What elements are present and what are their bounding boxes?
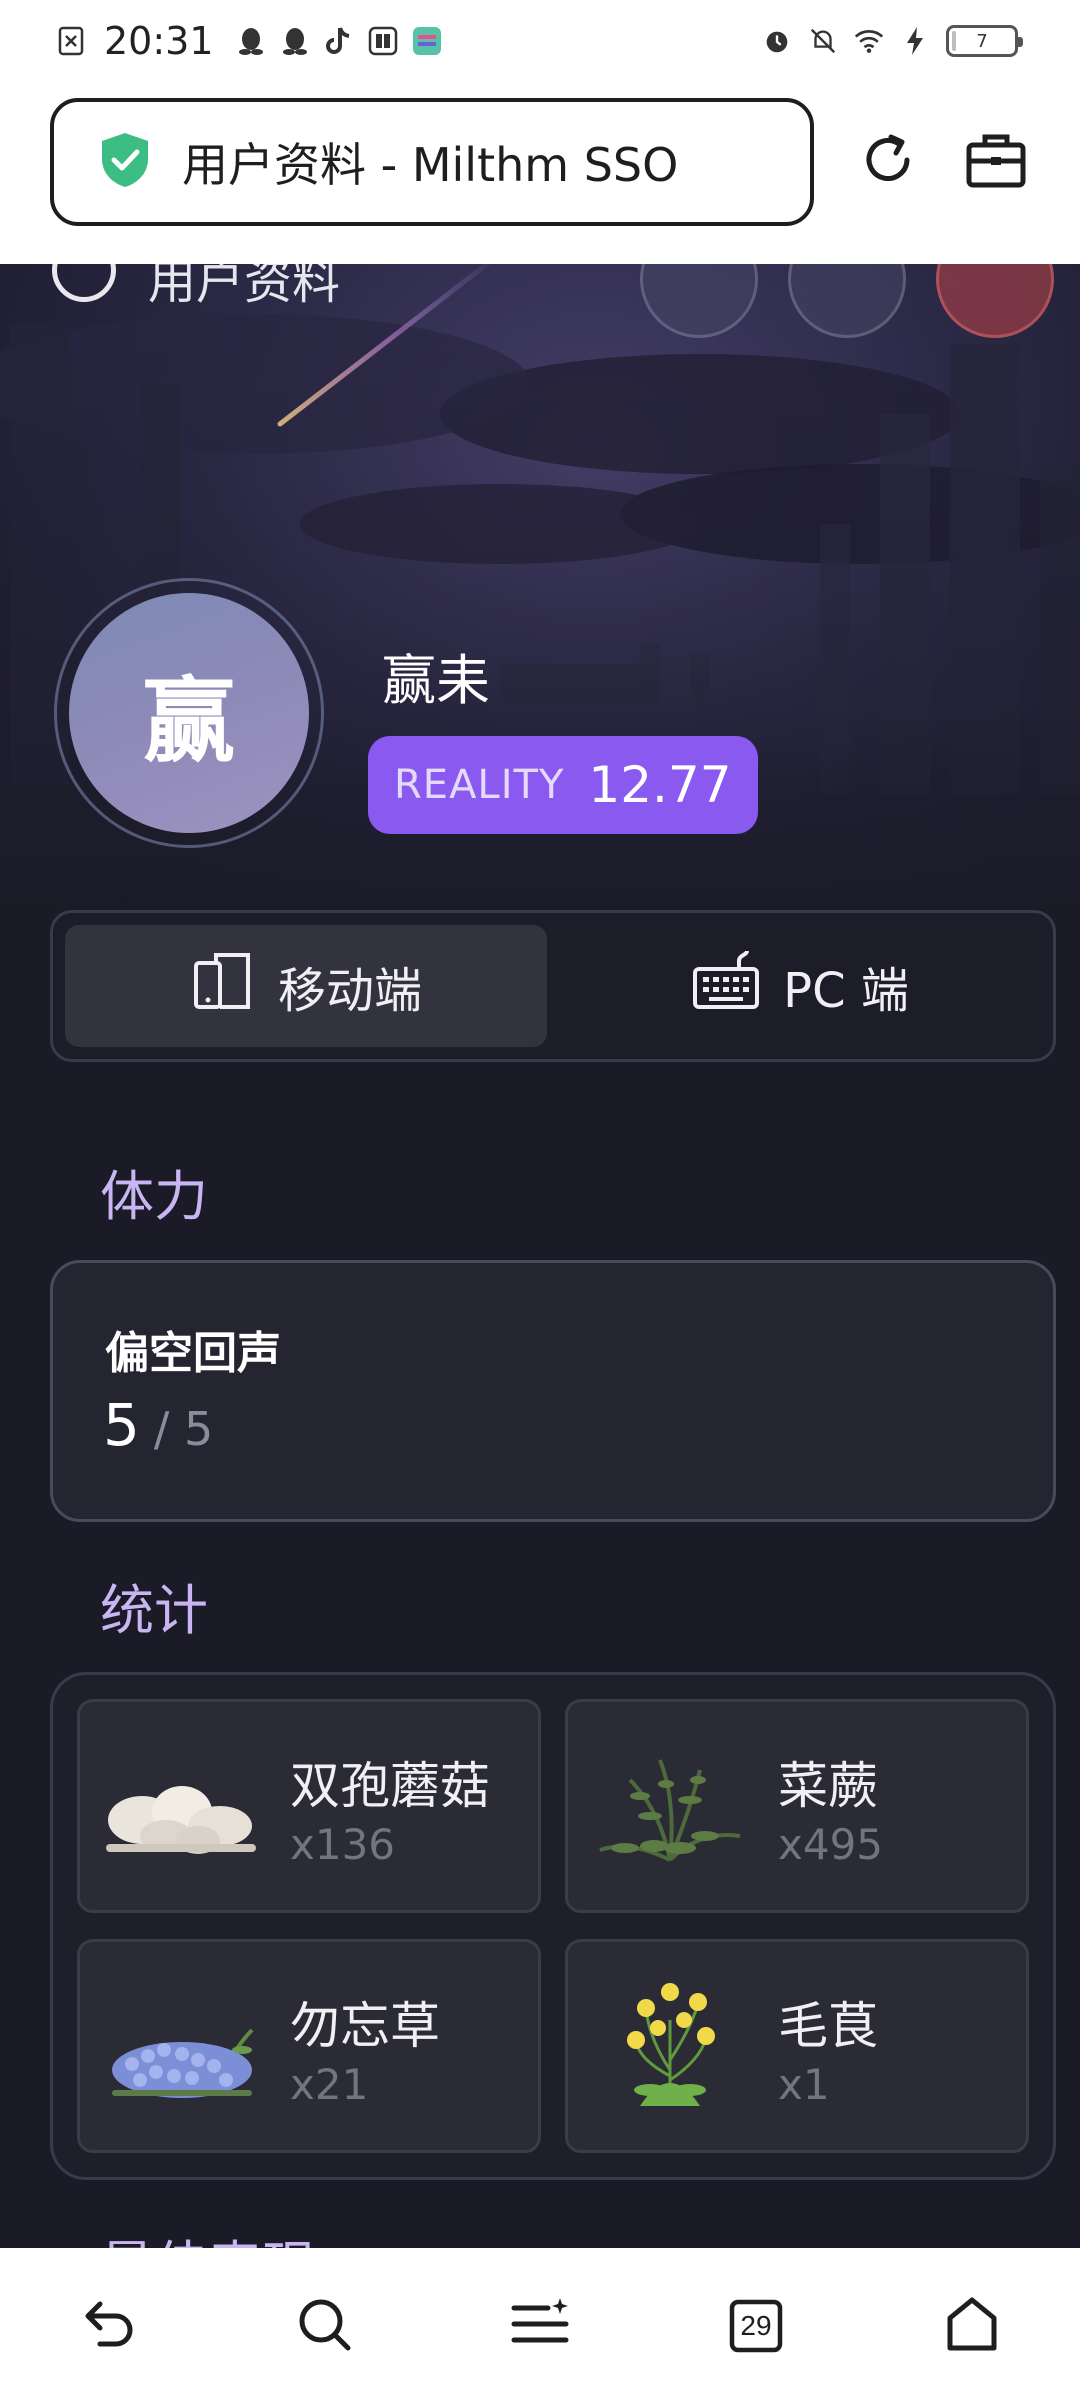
stat-count: x136 <box>290 1820 396 1869</box>
user-icon[interactable] <box>52 264 116 302</box>
stat-count: x1 <box>778 2060 830 2109</box>
toolbox-button[interactable] <box>960 126 1032 198</box>
profile-banner: 用户资料 赢 赢耒 REALITY 12.77 <box>0 264 1080 904</box>
menu-sparkle-icon <box>508 2294 572 2358</box>
reload-button[interactable] <box>852 126 924 198</box>
close-box-icon <box>56 26 86 56</box>
stat-count: x21 <box>290 2060 369 2109</box>
stat-name: 勿忘草 <box>290 1997 440 2055</box>
tab-pc-label: PC 端 <box>783 963 909 1019</box>
page-title: 用户资料 <box>148 264 341 310</box>
tieba-icon <box>368 26 398 56</box>
tabs-button[interactable]: 29 <box>718 2288 794 2364</box>
forget-me-not-icon <box>112 2028 254 2098</box>
fern-icon <box>599 1759 741 1862</box>
home-icon <box>942 2294 1002 2358</box>
battery-level <box>952 31 956 51</box>
tabs-count: 29 <box>740 2310 772 2341</box>
tabs-icon: 29 <box>728 2298 784 2354</box>
tiktok-icon <box>324 26 354 56</box>
mushroom-icon <box>106 1786 256 1854</box>
battery-indicator: 7 <box>946 25 1023 57</box>
qq-icon <box>236 26 266 56</box>
toolbox-icon <box>963 127 1029 197</box>
app-icon <box>412 26 442 56</box>
stat-item-mushroom: 双孢蘑菇 x136 <box>77 1699 541 1913</box>
shield-check-icon[interactable] <box>98 131 182 193</box>
menu-button[interactable] <box>502 2288 578 2364</box>
mobile-icon <box>190 947 256 1025</box>
avatar-letter: 赢 <box>69 593 309 833</box>
qq-icon <box>280 26 310 56</box>
search-icon <box>294 2294 354 2358</box>
reality-label: REALITY <box>394 762 565 808</box>
clock: 20:31 <box>104 19 214 63</box>
stamina-card: 偏空回声 5 / 5 <box>50 1260 1056 1522</box>
reality-value: 12.77 <box>588 756 732 814</box>
browser-toolbar: 用户资料 - Milthm SSO <box>0 82 1080 264</box>
battery-percent: 7 <box>976 30 988 52</box>
stat-count: x495 <box>778 1820 884 1869</box>
stat-item-fern: 菜蕨 x495 <box>565 1699 1029 1913</box>
stat-item-forget-me-not: 勿忘草 x21 <box>77 1939 541 2153</box>
home-button[interactable] <box>934 2288 1010 2364</box>
tab-mobile-label: 移动端 <box>277 963 422 1019</box>
stat-item-buttercup: 毛茛 x1 <box>565 1939 1029 2153</box>
username: 赢耒 <box>382 649 490 712</box>
avatar: 赢 <box>54 578 324 848</box>
keyboard-icon <box>691 947 761 1025</box>
back-icon <box>78 2294 138 2358</box>
wifi-icon <box>854 26 884 56</box>
stat-name: 双孢蘑菇 <box>290 1757 490 1815</box>
stat-name: 毛茛 <box>778 1997 878 2055</box>
stamina-value: 5 / 5 <box>103 1391 213 1459</box>
search-button[interactable] <box>286 2288 362 2364</box>
browser-bottom-nav: 29 <box>0 2248 1080 2400</box>
silent-bell-icon <box>808 26 838 56</box>
stat-name: 菜蕨 <box>778 1757 878 1815</box>
stamina-max: / 5 <box>153 1402 214 1456</box>
buttercup-icon <box>627 1983 715 2106</box>
address-bar[interactable]: 用户资料 - Milthm SSO <box>50 98 814 226</box>
status-bar: 20:31 7 <box>0 0 1080 82</box>
page-header: 用户资料 <box>0 264 1080 338</box>
stamina-name: 偏空回声 <box>105 1328 281 1379</box>
stamina-section-title: 体力 <box>100 1165 208 1228</box>
stats-section-title: 统计 <box>100 1579 208 1642</box>
tab-mobile[interactable]: 移动端 <box>65 925 547 1047</box>
tab-pc[interactable]: PC 端 <box>553 925 1047 1047</box>
reality-badge: REALITY 12.77 <box>368 736 758 834</box>
platform-switcher: 移动端 PC 端 <box>50 910 1056 1062</box>
reload-icon <box>855 127 921 197</box>
page-tab-title[interactable]: 用户资料 - Milthm SSO <box>182 129 678 195</box>
charging-icon <box>900 26 930 56</box>
stats-grid: 双孢蘑菇 x136 菜蕨 x495 勿忘草 x21 毛茛 x1 <box>50 1672 1056 2180</box>
stamina-current: 5 <box>103 1391 140 1459</box>
alarm-icon <box>762 26 792 56</box>
back-button[interactable] <box>70 2288 146 2364</box>
